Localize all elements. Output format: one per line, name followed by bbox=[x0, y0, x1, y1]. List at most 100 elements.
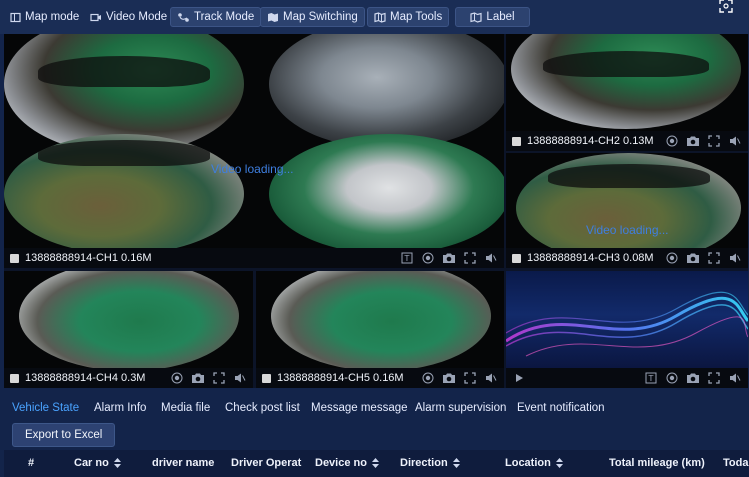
fullscreen-tile-icon[interactable] bbox=[707, 134, 721, 148]
channel-checkbox[interactable] bbox=[10, 253, 19, 263]
snapshot-icon[interactable] bbox=[191, 371, 205, 385]
sort-icon bbox=[371, 458, 379, 468]
video-loading-text: Video loading... bbox=[211, 162, 294, 176]
snapshot-icon[interactable] bbox=[686, 134, 700, 148]
snapshot-icon[interactable] bbox=[686, 371, 700, 385]
track-mode-label: Track Mode bbox=[194, 11, 255, 23]
play-icon[interactable] bbox=[512, 371, 526, 385]
video-controls-ch3: 13888888914-CH3 0.08M bbox=[506, 248, 748, 268]
fullscreen-button[interactable] bbox=[715, 0, 737, 14]
map-mode-icon bbox=[10, 12, 21, 22]
video-tile-ch3[interactable]: Video loading... 13888888914-CH3 0.08M bbox=[506, 153, 748, 268]
snapshot-icon[interactable] bbox=[442, 371, 456, 385]
video-feed-ch2 bbox=[506, 34, 748, 131]
channel-label: 13888888914-CH5 0.16M bbox=[277, 372, 404, 384]
map-mode-button[interactable]: Map mode bbox=[4, 7, 85, 27]
record-icon[interactable] bbox=[170, 371, 184, 385]
channel-checkbox[interactable] bbox=[512, 253, 521, 263]
tab-media-file[interactable]: Media file bbox=[161, 402, 210, 414]
wave-graphic bbox=[506, 291, 748, 357]
map-tools-button[interactable]: Map Tools bbox=[367, 7, 450, 27]
column-device-no[interactable]: Device no bbox=[315, 457, 379, 469]
video-controls-ch1: 13888888914-CH1 0.16M T bbox=[4, 248, 504, 268]
label-label: Label bbox=[486, 11, 515, 23]
channel-label: 13888888914-CH2 0.13M bbox=[527, 135, 654, 147]
video-feed-ch3: Video loading... bbox=[506, 153, 748, 248]
fullscreen-tile-icon[interactable] bbox=[707, 371, 721, 385]
video-feed-ch4 bbox=[4, 271, 253, 368]
video-mode-button[interactable]: Video Mode bbox=[84, 7, 173, 27]
video-loading-text: Video loading... bbox=[586, 223, 669, 237]
column-location[interactable]: Location bbox=[505, 457, 563, 469]
tab-message[interactable]: Message message bbox=[311, 402, 408, 414]
tab-alarm-supervision[interactable]: Alarm supervision bbox=[415, 402, 506, 414]
column-total-mileage: Total mileage (km) bbox=[609, 457, 705, 469]
mute-icon[interactable] bbox=[233, 371, 247, 385]
channel-label: 13888888914-CH1 0.16M bbox=[25, 252, 152, 264]
channel-checkbox[interactable] bbox=[10, 373, 19, 383]
video-tile-ch4[interactable]: 13888888914-CH4 0.3M bbox=[4, 271, 253, 388]
tab-check-post-list[interactable]: Check post list bbox=[225, 402, 300, 414]
export-excel-button[interactable]: Export to Excel bbox=[12, 423, 116, 447]
map-tools-label: Map Tools bbox=[390, 11, 443, 23]
column-driver-name: driver name bbox=[152, 457, 215, 469]
record-icon[interactable] bbox=[665, 134, 679, 148]
video-feed-ch1: Video loading... bbox=[4, 34, 504, 248]
table-header: # Car no driver name Driver Operat Devic… bbox=[4, 450, 749, 477]
video-tile-empty[interactable]: T bbox=[506, 271, 748, 388]
track-mode-button[interactable]: Track Mode bbox=[170, 7, 262, 27]
column-direction[interactable]: Direction bbox=[400, 457, 460, 469]
fullscreen-tile-icon[interactable] bbox=[707, 251, 721, 265]
snapshot-icon[interactable] bbox=[442, 251, 456, 265]
toolbar: Map mode Video Mode Track Mode Map Switc… bbox=[0, 0, 749, 34]
map-switch-icon bbox=[268, 12, 278, 22]
channel-checkbox[interactable] bbox=[262, 373, 271, 383]
map-mode-label: Map mode bbox=[25, 11, 80, 23]
video-feed-ch5 bbox=[256, 271, 504, 368]
tab-alarm-info[interactable]: Alarm Info bbox=[94, 402, 146, 414]
svg-text:T: T bbox=[404, 254, 410, 263]
bottom-tabs: Vehicle State Alarm Info Media file Chec… bbox=[0, 396, 749, 424]
sort-icon bbox=[555, 458, 563, 468]
sort-icon bbox=[452, 458, 460, 468]
map-tools-icon bbox=[374, 11, 386, 23]
channel-label: 13888888914-CH3 0.08M bbox=[527, 252, 654, 264]
tab-event-notification[interactable]: Event notification bbox=[517, 402, 605, 414]
snapshot-icon[interactable] bbox=[686, 251, 700, 265]
track-icon bbox=[178, 12, 189, 22]
video-grid: Video loading... 13888888914-CH1 0.16M T… bbox=[4, 34, 748, 388]
fullscreen-icon bbox=[719, 0, 733, 13]
label-icon bbox=[470, 11, 483, 23]
video-tile-ch2[interactable]: 13888888914-CH2 0.13M bbox=[506, 34, 748, 151]
mute-icon[interactable] bbox=[728, 371, 742, 385]
tab-vehicle-state[interactable]: Vehicle State bbox=[12, 402, 79, 414]
fullscreen-tile-icon[interactable] bbox=[463, 371, 477, 385]
label-button[interactable]: Label bbox=[455, 7, 530, 27]
video-tile-ch1[interactable]: Video loading... 13888888914-CH1 0.16M T bbox=[4, 34, 504, 268]
column-today: Toda bbox=[723, 457, 749, 469]
video-tile-ch5[interactable]: 13888888914-CH5 0.16M bbox=[256, 271, 504, 388]
record-icon[interactable] bbox=[421, 251, 435, 265]
mute-icon[interactable] bbox=[484, 251, 498, 265]
record-icon[interactable] bbox=[665, 251, 679, 265]
idle-wave-background bbox=[506, 271, 748, 368]
video-icon bbox=[90, 13, 101, 21]
svg-text:T: T bbox=[648, 374, 654, 383]
channel-checkbox[interactable] bbox=[512, 136, 521, 146]
video-controls-ch5: 13888888914-CH5 0.16M bbox=[256, 368, 504, 388]
column-index: # bbox=[28, 457, 35, 469]
fullscreen-tile-icon[interactable] bbox=[212, 371, 226, 385]
channel-label: 13888888914-CH4 0.3M bbox=[25, 372, 146, 384]
sort-icon bbox=[113, 458, 121, 468]
video-controls-ch4: 13888888914-CH4 0.3M bbox=[4, 368, 253, 388]
text-overlay-icon[interactable]: T bbox=[644, 371, 658, 385]
record-icon[interactable] bbox=[665, 371, 679, 385]
mute-icon[interactable] bbox=[484, 371, 498, 385]
fullscreen-tile-icon[interactable] bbox=[463, 251, 477, 265]
record-icon[interactable] bbox=[421, 371, 435, 385]
column-car-no[interactable]: Car no bbox=[74, 457, 121, 469]
mute-icon[interactable] bbox=[728, 134, 742, 148]
mute-icon[interactable] bbox=[728, 251, 742, 265]
text-overlay-icon[interactable]: T bbox=[400, 251, 414, 265]
map-switching-button[interactable]: Map Switching bbox=[260, 7, 365, 27]
